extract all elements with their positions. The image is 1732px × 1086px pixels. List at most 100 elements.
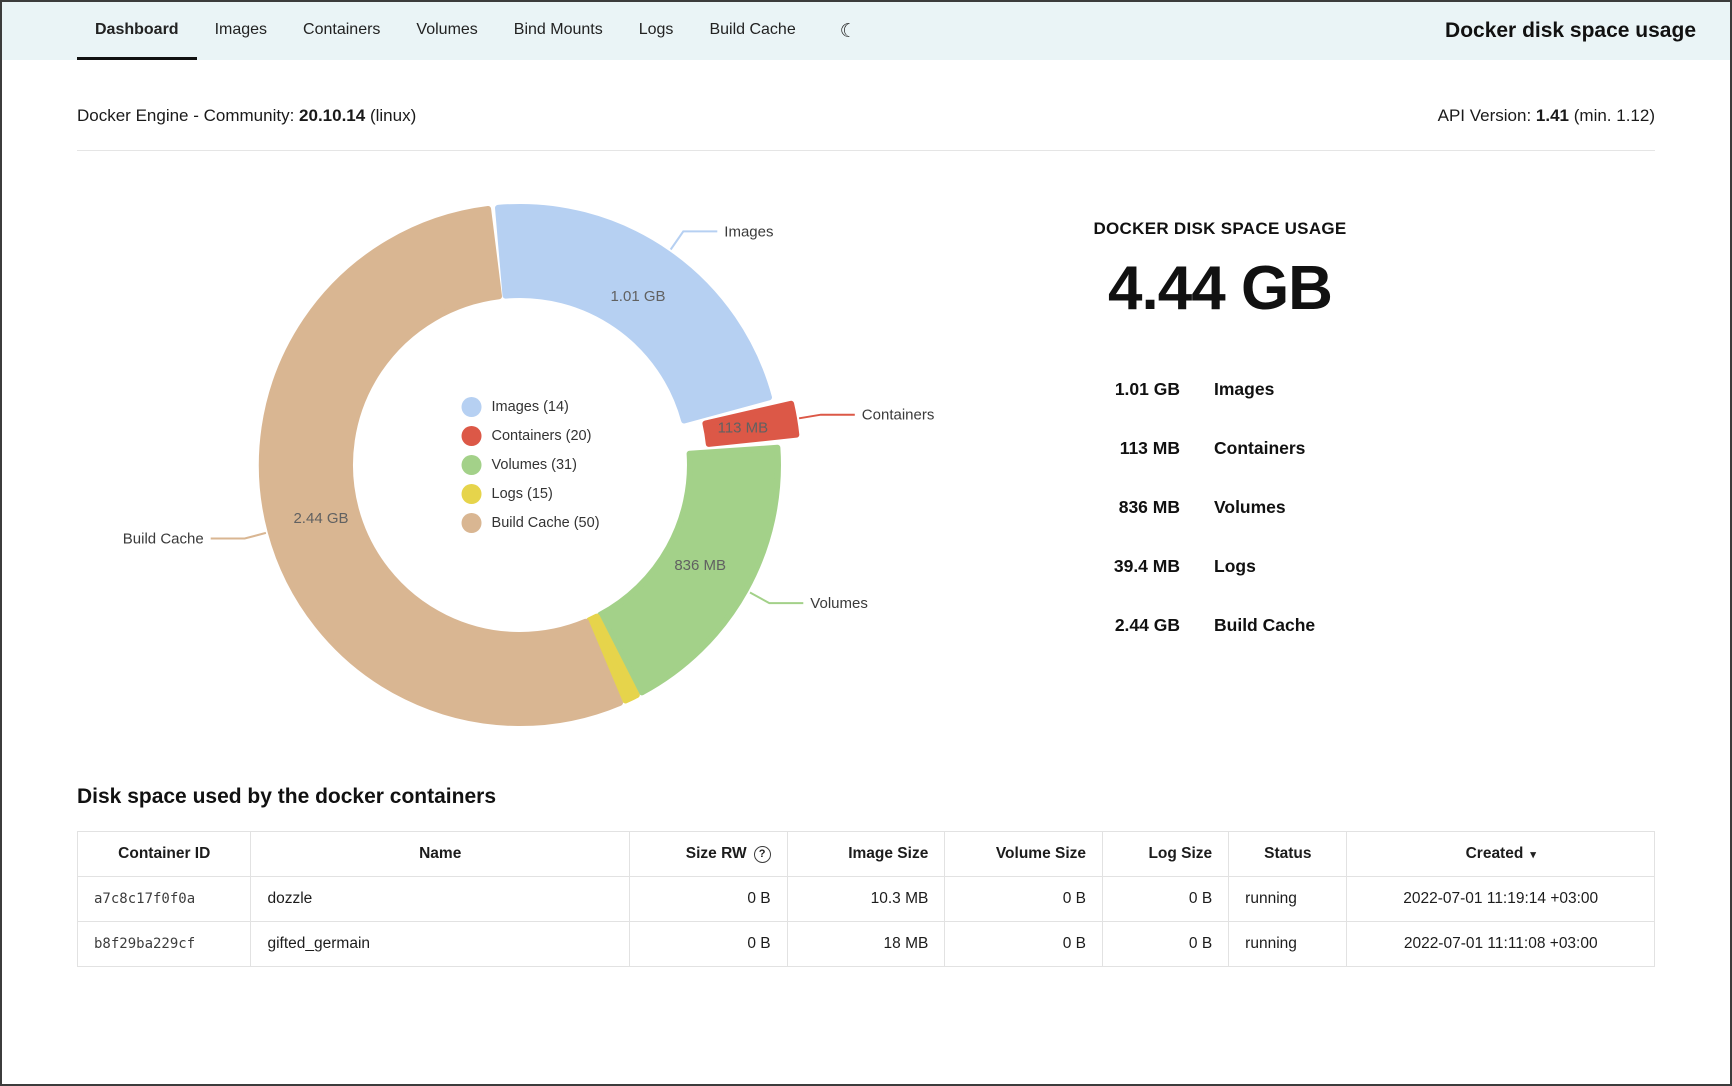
header-name[interactable]: Name <box>251 832 629 877</box>
header-volume-size[interactable]: Volume Size <box>945 832 1103 877</box>
legend-item-volumes[interactable]: Volumes (31) <box>462 455 600 475</box>
containers-table: Container ID Name Size RW? Image Size Vo… <box>77 831 1655 967</box>
summary-value: 836 MB <box>1070 497 1180 518</box>
tab-label: Logs <box>639 21 674 39</box>
engine-os: (linux) <box>370 106 416 125</box>
cell-image-size: 10.3 MB <box>787 877 945 922</box>
tab-label: Volumes <box>416 21 477 39</box>
header-label: Size RW <box>686 845 747 862</box>
tab-label: Images <box>215 21 267 39</box>
cell-image-size: 18 MB <box>787 922 945 967</box>
summary-row: 113 MB Containers <box>1070 419 1370 478</box>
engine-info: Docker Engine - Community: 20.10.14 (lin… <box>77 106 416 126</box>
api-version-info: API Version: 1.41 (min. 1.12) <box>1438 106 1655 126</box>
summary-row: 2.44 GB Build Cache <box>1070 596 1370 655</box>
tab-label: Bind Mounts <box>514 21 603 39</box>
help-icon[interactable]: ? <box>754 846 771 863</box>
legend-item-images[interactable]: Images (14) <box>462 397 600 417</box>
divider <box>77 150 1655 151</box>
api-label: API Version: <box>1438 106 1532 125</box>
legend-color-dot <box>462 513 482 533</box>
total-disk-usage: 4.44 GB <box>1035 253 1405 324</box>
usage-summary-panel: DOCKER DISK SPACE USAGE 4.44 GB 1.01 GB … <box>1035 175 1405 757</box>
summary-label: Logs <box>1180 556 1370 577</box>
legend-color-dot <box>462 426 482 446</box>
legend-color-dot <box>462 397 482 417</box>
slice-name-label: Build Cache <box>123 531 204 548</box>
legend-item-logs[interactable]: Logs (15) <box>462 484 600 504</box>
containers-table-section: Disk space used by the docker containers… <box>77 785 1655 967</box>
summary-value: 113 MB <box>1070 438 1180 459</box>
cell-size-rw: 0 B <box>629 922 787 967</box>
app-window: Dashboard Images Containers Volumes Bind… <box>0 0 1732 1086</box>
slice-name-label: Images <box>724 223 773 240</box>
summary-row: 1.01 GB Images <box>1070 360 1370 419</box>
header-label: Status <box>1264 845 1311 862</box>
chart-legend: Images (14) Containers (20) Volumes (31) Lo… <box>462 397 600 533</box>
legend-color-dot <box>462 484 482 504</box>
theme-toggle-button[interactable]: ☾ <box>840 2 857 60</box>
tab-label: Containers <box>303 21 380 39</box>
tab-dashboard[interactable]: Dashboard <box>77 2 197 60</box>
engine-version: 20.10.14 <box>299 106 365 125</box>
slice-value-label: 113 MB <box>718 420 769 437</box>
cell-volume-size: 0 B <box>945 877 1103 922</box>
tab-bar: Dashboard Images Containers Volumes Bind… <box>77 2 814 60</box>
header-log-size[interactable]: Log Size <box>1103 832 1229 877</box>
header-status[interactable]: Status <box>1229 832 1347 877</box>
summary-value: 2.44 GB <box>1070 615 1180 636</box>
header-container-id[interactable]: Container ID <box>78 832 251 877</box>
legend-item-containers[interactable]: Containers (20) <box>462 426 600 446</box>
cell-status: running <box>1229 922 1347 967</box>
sort-desc-icon: ▾ <box>1530 849 1536 861</box>
slice-value-label: 2.44 GB <box>293 510 348 527</box>
slice-value-label: 1.01 GB <box>610 288 665 305</box>
legend-item-build-cache[interactable]: Build Cache (50) <box>462 513 600 533</box>
tab-containers[interactable]: Containers <box>285 2 398 60</box>
header-image-size[interactable]: Image Size <box>787 832 945 877</box>
summary-value: 1.01 GB <box>1070 379 1180 400</box>
table-row: a7c8c17f0f0a dozzle 0 B 10.3 MB 0 B 0 B … <box>78 877 1655 922</box>
summary-heading: DOCKER DISK SPACE USAGE <box>1035 219 1405 239</box>
tab-label: Dashboard <box>95 21 179 39</box>
legend-label: Containers (20) <box>492 428 592 444</box>
summary-label: Volumes <box>1180 497 1370 518</box>
legend-label: Images (14) <box>492 399 569 415</box>
summary-value: 39.4 MB <box>1070 556 1180 577</box>
tab-volumes[interactable]: Volumes <box>398 2 495 60</box>
tab-build-cache[interactable]: Build Cache <box>691 2 813 60</box>
header-label: Created <box>1466 845 1524 862</box>
cell-log-size: 0 B <box>1103 922 1229 967</box>
legend-color-dot <box>462 455 482 475</box>
tab-images[interactable]: Images <box>197 2 285 60</box>
app-title: Docker disk space usage <box>1445 2 1696 60</box>
cell-created: 2022-07-01 11:11:08 +03:00 <box>1347 922 1655 967</box>
top-navigation: Dashboard Images Containers Volumes Bind… <box>2 2 1730 60</box>
cell-volume-size: 0 B <box>945 922 1103 967</box>
disk-usage-overview: 1.01 GBImages113 MBContainers836 MBVolum… <box>77 175 1655 757</box>
engine-label: Docker Engine - Community: <box>77 106 294 125</box>
moon-icon: ☾ <box>840 20 857 43</box>
slice-name-label: Containers <box>862 407 935 424</box>
header-created[interactable]: Created ▾ <box>1347 832 1655 877</box>
tab-bind-mounts[interactable]: Bind Mounts <box>496 2 621 60</box>
summary-label: Build Cache <box>1180 615 1370 636</box>
summary-row: 836 MB Volumes <box>1070 478 1370 537</box>
summary-label: Images <box>1180 379 1370 400</box>
cell-created: 2022-07-01 11:19:14 +03:00 <box>1347 877 1655 922</box>
tab-logs[interactable]: Logs <box>621 2 692 60</box>
cell-status: running <box>1229 877 1347 922</box>
header-label: Image Size <box>848 845 928 862</box>
legend-label: Volumes (31) <box>492 457 577 473</box>
cell-name: gifted_germain <box>251 922 629 967</box>
header-label: Log Size <box>1148 845 1212 862</box>
cell-container-id: b8f29ba229cf <box>78 922 251 967</box>
header-label: Name <box>419 845 461 862</box>
header-size-rw[interactable]: Size RW? <box>629 832 787 877</box>
slice-leader-line <box>799 415 855 419</box>
slice-leader-line <box>750 593 803 604</box>
summary-row: 39.4 MB Logs <box>1070 537 1370 596</box>
cell-name: dozzle <box>251 877 629 922</box>
summary-label: Containers <box>1180 438 1370 459</box>
summary-rows: 1.01 GB Images 113 MB Containers 836 MB … <box>1070 360 1370 655</box>
